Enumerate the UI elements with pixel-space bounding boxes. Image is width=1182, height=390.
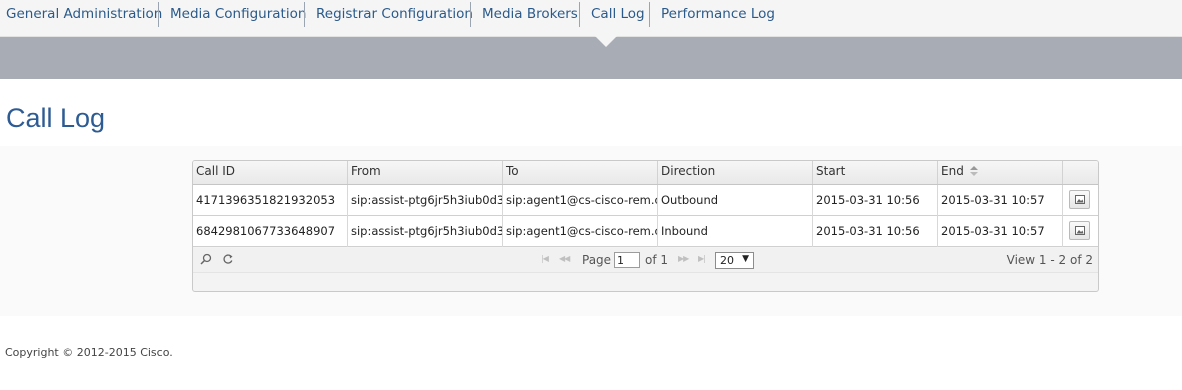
column-label: Call ID — [196, 164, 235, 178]
cell-start: 2015-03-31 10:56 — [813, 216, 938, 247]
page-size-select[interactable]: 20 ▼ — [715, 252, 754, 269]
table-row[interactable]: 6842981067733648907 sip:assist-ptg6jr5h3… — [193, 216, 1098, 247]
sort-icon[interactable] — [969, 166, 978, 176]
header-band — [0, 37, 1182, 79]
cell-to: sip:agent1@cs-cisco-rem.c — [503, 185, 658, 216]
nav-divider — [579, 2, 580, 27]
nav-item-general-administration[interactable]: General Administration — [6, 0, 162, 28]
last-page-icon[interactable]: ▶| — [698, 254, 706, 263]
column-header-actions — [1063, 161, 1098, 184]
column-label: From — [351, 164, 381, 178]
nav-item-performance-log[interactable]: Performance Log — [661, 0, 775, 28]
cell-start: 2015-03-31 10:56 — [813, 185, 938, 216]
first-page-icon[interactable]: |◀ — [541, 254, 549, 263]
nav-divider — [649, 2, 650, 27]
refresh-icon[interactable] — [222, 253, 234, 265]
cell-end: 2015-03-31 10:57 — [938, 185, 1063, 216]
cell-from: sip:assist-ptg6jr5h3iub0d3 — [348, 216, 503, 247]
page-title: Call Log — [6, 103, 106, 133]
column-header-call-id[interactable]: Call ID — [193, 161, 348, 184]
column-label: Direction — [661, 164, 716, 178]
nav-item-call-log[interactable]: Call Log — [591, 0, 645, 28]
page-label: Page — [582, 253, 612, 267]
image-icon — [1075, 195, 1085, 204]
column-header-from[interactable]: From — [348, 161, 503, 184]
page-number-input[interactable] — [614, 252, 640, 268]
column-header-start[interactable]: Start — [813, 161, 938, 184]
view-details-button[interactable] — [1069, 221, 1090, 240]
page-size-value: 20 — [720, 254, 734, 267]
grid-pager: |◀ ◀◀ Page of 1 ▶▶ ▶| 20 ▼ View 1 - 2 of… — [193, 248, 1098, 273]
cell-call-id: 4171396351821932053 — [193, 185, 348, 216]
top-nav: General Administration Media Configurati… — [0, 0, 1182, 37]
nav-item-media-configuration[interactable]: Media Configuration — [170, 0, 306, 28]
call-log-grid: Call ID From To Direction Start End 4171… — [192, 160, 1099, 292]
cell-to: sip:agent1@cs-cisco-rem.c — [503, 216, 658, 247]
view-details-button[interactable] — [1069, 190, 1090, 209]
table-row[interactable]: 4171396351821932053 sip:assist-ptg6jr5h3… — [193, 185, 1098, 216]
column-label: Start — [816, 164, 846, 178]
column-header-direction[interactable]: Direction — [658, 161, 813, 184]
next-page-icon[interactable]: ▶▶ — [678, 254, 689, 263]
search-icon[interactable] — [200, 253, 212, 265]
chevron-down-icon: ▼ — [742, 254, 749, 264]
cell-end: 2015-03-31 10:57 — [938, 216, 1063, 247]
cell-action — [1063, 216, 1098, 247]
nav-item-registrar-configuration[interactable]: Registrar Configuration — [316, 0, 473, 28]
prev-page-icon[interactable]: ◀◀ — [559, 254, 570, 263]
column-header-end[interactable]: End — [938, 161, 1063, 184]
nav-divider — [470, 2, 471, 27]
nav-divider — [158, 2, 159, 27]
grid-header: Call ID From To Direction Start End — [193, 161, 1098, 185]
nav-divider — [304, 2, 305, 27]
page-count-label: of 1 — [645, 253, 669, 267]
cell-from: sip:assist-ptg6jr5h3iub0d3 — [348, 185, 503, 216]
column-header-to[interactable]: To — [503, 161, 658, 184]
active-tab-indicator — [595, 36, 617, 47]
nav-item-media-brokers[interactable]: Media Brokers — [482, 0, 578, 28]
column-label: End — [941, 164, 964, 178]
cell-action — [1063, 185, 1098, 216]
image-icon — [1075, 226, 1085, 235]
cell-direction: Inbound — [658, 216, 813, 247]
records-summary: View 1 - 2 of 2 — [1006, 253, 1093, 267]
cell-call-id: 6842981067733648907 — [193, 216, 348, 247]
cell-direction: Outbound — [658, 185, 813, 216]
copyright: Copyright © 2012-2015 Cisco. — [5, 346, 173, 359]
column-label: To — [506, 164, 519, 178]
